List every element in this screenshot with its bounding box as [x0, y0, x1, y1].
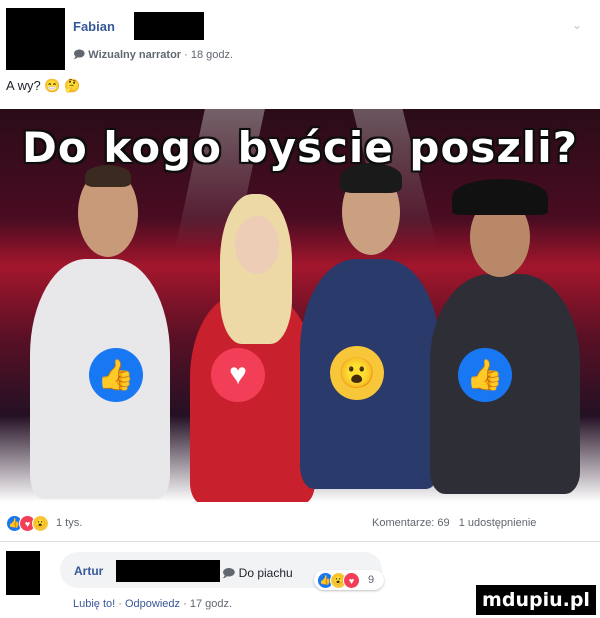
chevron-down-icon[interactable]: ⌄ [572, 18, 582, 32]
author-surname-redacted [134, 12, 204, 40]
post-author-name[interactable]: Fabian [73, 19, 115, 34]
like-reaction-icon: 👍 [89, 348, 143, 402]
comment-badge-text: Do piachu [238, 566, 293, 580]
badge-icon: 🗩 [73, 49, 86, 61]
comment-like-link[interactable]: Lubię to! [73, 598, 115, 610]
engagement-stats: Komentarze: 69 1 udostępnienie [372, 517, 536, 529]
separator-dot: · [183, 598, 187, 610]
separator-dot: · [184, 49, 188, 61]
watermark-text: mdupiu.pl [482, 589, 590, 611]
reaction-summary[interactable]: 👍 ♥ 😮 1 tys. [6, 515, 136, 533]
comment-actions: Lubię to! · Odpowiedz · 17 godz. [73, 598, 232, 610]
commenter-surname-redacted [116, 560, 220, 582]
love-reaction-icon: ♥ [211, 348, 265, 402]
comment-author-name[interactable]: Artur [74, 564, 103, 578]
wow-icon: 😮 [32, 515, 49, 532]
comments-count[interactable]: Komentarze: 69 [372, 517, 450, 529]
reaction-count[interactable]: 1 tys. [56, 517, 82, 529]
like-reaction-icon: 👍 [458, 348, 512, 402]
grin-emoji-icon: 😁 [44, 78, 61, 93]
image-headline: Do kogo byście poszli? [22, 123, 578, 172]
post-time[interactable]: 18 godz. [191, 49, 233, 61]
post-text: A wy? 😁 🤔 [6, 78, 80, 94]
commenter-avatar[interactable] [6, 551, 40, 595]
comment-reactions[interactable]: 👍 😮 ♥ 9 [314, 570, 384, 590]
comment-reply-link[interactable]: Odpowiedz [125, 598, 180, 610]
author-badge: Wizualny narrator [88, 49, 182, 61]
love-icon: ♥ [343, 572, 360, 589]
post-meta: 🗩 Wizualny narrator · 18 godz. [73, 46, 233, 65]
shares-count[interactable]: 1 udostępnienie [459, 517, 537, 529]
author-avatar[interactable] [6, 8, 65, 70]
post-text-content: A wy? [6, 78, 41, 93]
comment-badge: 🗩 Do piachu [222, 564, 293, 585]
divider [0, 541, 600, 542]
badge-icon: 🗩 [222, 566, 236, 580]
wow-reaction-icon: 😮 [330, 346, 384, 400]
thinking-emoji-icon: 🤔 [64, 78, 81, 93]
comment-time[interactable]: 17 godz. [190, 598, 232, 610]
separator-dot: · [118, 598, 122, 610]
comment-reaction-count: 9 [368, 574, 375, 586]
watermark: mdupiu.pl [476, 585, 596, 615]
